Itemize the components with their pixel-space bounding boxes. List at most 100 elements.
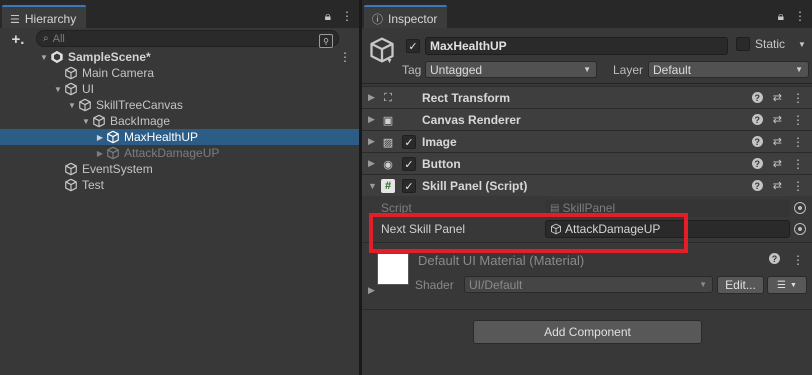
object-picker-icon bbox=[794, 202, 806, 214]
help-icon[interactable]: ? bbox=[751, 180, 763, 191]
tree-item-ui[interactable]: ▼ UI bbox=[0, 81, 359, 97]
component-tools: ? ⇄ ⋮ bbox=[751, 157, 804, 171]
material-preview[interactable] bbox=[377, 253, 409, 285]
kebab-menu-icon[interactable]: ⋮ bbox=[792, 135, 804, 149]
component-tools: ? ⇄ ⋮ bbox=[751, 113, 804, 127]
search-input[interactable]: ⌕ All ⚲ bbox=[36, 30, 339, 48]
tree-item-skilltreecanvas[interactable]: ▼ SkillTreeCanvas bbox=[0, 97, 359, 113]
tree-item-backimage[interactable]: ▼ BackImage bbox=[0, 113, 359, 129]
tag-value: Untagged bbox=[430, 62, 483, 77]
edit-shader-button[interactable]: Edit... bbox=[717, 276, 764, 294]
layer-dropdown[interactable]: Default ▼ bbox=[648, 61, 809, 78]
hierarchy-panel: ☰ Hierarchy 🔒︎ ⋮ +. ⌕ All ⚲ ▼ SampleScen… bbox=[0, 0, 359, 375]
foldout-arrow-icon[interactable]: ▶ bbox=[368, 114, 375, 125]
component-button[interactable]: ▶ ◉ ✓ Button ? ⇄ ⋮ bbox=[362, 152, 812, 174]
tree-item-main-camera[interactable]: Main Camera bbox=[0, 65, 359, 81]
rect-transform-icon: ⛶ bbox=[384, 91, 392, 104]
layer-value: Default bbox=[653, 62, 692, 77]
gameobject-icon-caret[interactable]: ▼ bbox=[386, 58, 393, 65]
divider bbox=[362, 309, 812, 310]
gameobject-icon bbox=[64, 178, 78, 192]
tag-dropdown[interactable]: Untagged ▼ bbox=[425, 61, 597, 78]
help-icon[interactable]: ? bbox=[751, 158, 763, 169]
add-component-button[interactable]: Add Component bbox=[473, 320, 702, 344]
kebab-menu-icon[interactable]: ⋮ bbox=[792, 157, 804, 171]
chevron-down-icon: ▼ bbox=[583, 65, 591, 74]
material-title: Default UI Material (Material) bbox=[418, 253, 585, 268]
layer-label: Layer bbox=[613, 63, 644, 77]
shader-label: Shader bbox=[415, 278, 454, 292]
kebab-menu-icon[interactable]: ⋮ bbox=[792, 179, 804, 193]
foldout-arrow-icon[interactable]: ▶ bbox=[368, 158, 375, 169]
object-name-field[interactable]: MaxHealthUP bbox=[425, 37, 728, 55]
presets-icon[interactable]: ⇄ bbox=[773, 113, 782, 126]
foldout-arrow-icon[interactable]: ▶ bbox=[368, 285, 375, 296]
foldout-arrow-icon[interactable]: ▼ bbox=[368, 181, 377, 191]
gameobject-icon bbox=[78, 98, 92, 112]
shader-options-button[interactable]: ☰ ▼ bbox=[767, 276, 807, 294]
foldout-arrow-icon[interactable]: ▶ bbox=[368, 136, 375, 147]
object-picker-icon[interactable] bbox=[794, 223, 806, 235]
tree-item-maxhealthup[interactable]: ▶ MaxHealthUP bbox=[0, 129, 359, 145]
expand-arrow-icon[interactable]: ▶ bbox=[94, 149, 106, 158]
component-tools: ? ⇄ ⋮ bbox=[751, 135, 804, 149]
search-icon: ⌕ bbox=[43, 33, 49, 44]
search-options-icon[interactable]: ⚲ bbox=[319, 34, 333, 48]
component-rect-transform[interactable]: ▶ ⛶ Rect Transform ? ⇄ ⋮ bbox=[362, 86, 812, 108]
kebab-menu-icon[interactable]: ⋮ bbox=[792, 253, 804, 267]
presets-icon[interactable]: ⇄ bbox=[773, 135, 782, 148]
help-icon[interactable]: ? bbox=[769, 253, 780, 264]
expand-arrow-icon[interactable]: ▶ bbox=[94, 133, 106, 142]
inspector-panel: ⓘ Inspector 🔒︎ ⋮ ▼ ✓ MaxHealthUP Static … bbox=[362, 0, 812, 375]
tree-item-eventsystem[interactable]: EventSystem bbox=[0, 161, 359, 177]
static-checkbox[interactable] bbox=[736, 37, 750, 51]
canvas-renderer-icon: ▣ bbox=[382, 114, 394, 127]
tree-item-attackdamageup[interactable]: ▶ AttackDamageUP bbox=[0, 145, 359, 161]
component-enabled-checkbox[interactable]: ✓ bbox=[402, 157, 416, 171]
image-icon: ▨ bbox=[382, 136, 394, 149]
tree-item-label: UI bbox=[82, 82, 94, 96]
gameobject-icon bbox=[106, 130, 120, 144]
scene-row[interactable]: ▼ SampleScene* ⋮ bbox=[0, 49, 359, 65]
expand-arrow-icon[interactable]: ▼ bbox=[52, 85, 64, 94]
lock-icon[interactable]: 🔒︎ bbox=[325, 9, 331, 24]
lock-icon[interactable]: 🔒︎ bbox=[778, 9, 784, 24]
static-toggle[interactable]: Static ▼ bbox=[736, 37, 806, 51]
expand-arrow-icon[interactable]: ▼ bbox=[38, 53, 50, 62]
kebab-menu-icon[interactable]: ⋮ bbox=[341, 9, 353, 24]
expand-arrow-icon[interactable]: ▼ bbox=[66, 101, 78, 110]
add-object-button[interactable]: +. bbox=[6, 30, 30, 48]
help-icon[interactable]: ? bbox=[751, 114, 763, 125]
component-skill-panel[interactable]: ▼ # ✓ Skill Panel (Script) ? ⇄ ⋮ bbox=[362, 174, 812, 196]
foldout-arrow-icon[interactable]: ▶ bbox=[368, 92, 375, 103]
component-title: Image bbox=[422, 134, 457, 149]
kebab-menu-icon[interactable]: ⋮ bbox=[794, 9, 806, 24]
kebab-menu-icon[interactable]: ⋮ bbox=[792, 113, 804, 127]
active-checkbox[interactable]: ✓ bbox=[406, 39, 420, 53]
inspector-tab-tools: 🔒︎ ⋮ bbox=[778, 9, 806, 24]
button-icon: ◉ bbox=[383, 158, 393, 171]
component-enabled-checkbox[interactable]: ✓ bbox=[402, 135, 416, 149]
scene-kebab-icon[interactable]: ⋮ bbox=[339, 50, 351, 64]
presets-icon[interactable]: ⇄ bbox=[773, 157, 782, 170]
hierarchy-tabstrip: ☰ Hierarchy 🔒︎ ⋮ bbox=[0, 0, 359, 28]
tab-inspector[interactable]: ⓘ Inspector bbox=[364, 5, 448, 28]
component-image[interactable]: ▶ ▨ ✓ Image ? ⇄ ⋮ bbox=[362, 130, 812, 152]
shader-dropdown: UI/Default ▼ bbox=[464, 276, 713, 293]
expand-arrow-icon[interactable]: ▼ bbox=[80, 117, 92, 126]
presets-icon[interactable]: ⇄ bbox=[773, 91, 782, 104]
kebab-menu-icon[interactable]: ⋮ bbox=[792, 91, 804, 105]
tree-item-label: EventSystem bbox=[82, 162, 153, 176]
component-tools: ? ⇄ ⋮ bbox=[751, 91, 804, 105]
tree-item-test[interactable]: Test bbox=[0, 177, 359, 193]
help-icon[interactable]: ? bbox=[751, 136, 763, 147]
component-enabled-checkbox[interactable]: ✓ bbox=[402, 179, 416, 193]
component-canvas-renderer[interactable]: ▶ ▣ Canvas Renderer ? ⇄ ⋮ bbox=[362, 108, 812, 130]
static-dropdown-caret[interactable]: ▼ bbox=[798, 40, 806, 49]
help-icon[interactable]: ? bbox=[751, 92, 763, 103]
tab-hierarchy[interactable]: ☰ Hierarchy bbox=[2, 5, 87, 28]
material-tools: ? ⋮ bbox=[769, 253, 804, 267]
presets-icon[interactable]: ⇄ bbox=[773, 179, 782, 192]
shader-value: UI/Default bbox=[469, 277, 523, 292]
tree-item-label: Main Camera bbox=[82, 66, 155, 80]
